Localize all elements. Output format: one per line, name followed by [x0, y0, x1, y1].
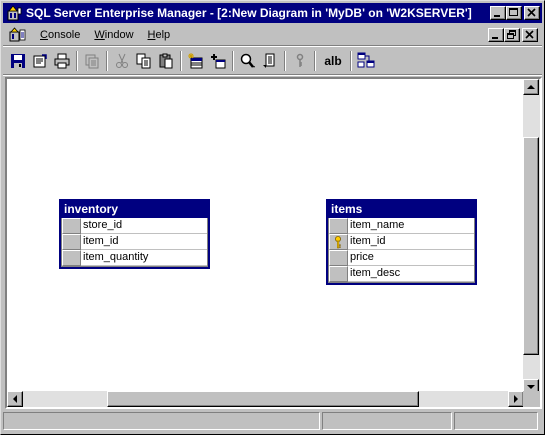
maximize-button[interactable]	[506, 6, 522, 20]
copy-icon[interactable]	[134, 51, 154, 71]
menu-window-label: indow	[104, 29, 134, 41]
table-row[interactable]: item_desc	[329, 266, 474, 282]
status-bar	[3, 412, 542, 432]
minimize-button[interactable]	[490, 6, 506, 20]
row-selector[interactable]	[62, 234, 81, 250]
primary-key-icon	[335, 236, 341, 249]
scroll-up-button[interactable]	[523, 79, 539, 95]
menu-bar: Console Window Help	[3, 25, 542, 45]
column-name: item_id	[81, 234, 207, 250]
paste-icon[interactable]	[156, 51, 176, 71]
cut-icon[interactable]	[112, 51, 132, 71]
scroll-corner	[523, 391, 540, 407]
menu-separator	[3, 45, 542, 47]
zoom-icon[interactable]	[238, 51, 258, 71]
table-title[interactable]: items	[328, 201, 475, 218]
scroll-right-button[interactable]	[508, 391, 524, 407]
menu-help-label: elp	[155, 29, 171, 41]
column-name: item_id	[348, 234, 474, 250]
diagram-canvas[interactable]: inventory store_id item_id item_quantity	[7, 79, 524, 395]
menu-console[interactable]: Console	[33, 27, 87, 43]
table-inventory[interactable]: inventory store_id item_id item_quantity	[59, 199, 210, 269]
toolbar-separator	[106, 51, 108, 71]
close-button[interactable]	[524, 6, 540, 20]
copy-diagram-icon[interactable]	[82, 51, 102, 71]
toolbar-separator	[180, 51, 182, 71]
diagram-window: inventory store_id item_id item_quantity	[5, 77, 542, 409]
diagram-document-icon[interactable]	[9, 27, 27, 43]
row-selector[interactable]	[62, 250, 81, 266]
table-row[interactable]: store_id	[62, 218, 207, 234]
save-icon[interactable]	[8, 51, 28, 71]
menu-help[interactable]: Help	[141, 27, 178, 43]
toolbar-separator	[350, 51, 352, 71]
column-name: item_quantity	[81, 250, 207, 266]
status-panel-2	[322, 412, 452, 430]
key-icon[interactable]	[290, 51, 310, 71]
text-annotation-icon[interactable]: alb	[320, 51, 346, 71]
table-row[interactable]: item_name	[329, 218, 474, 234]
status-panel-3	[454, 412, 538, 430]
column-name: price	[348, 250, 474, 266]
row-selector[interactable]	[329, 234, 348, 250]
column-name: store_id	[81, 218, 207, 234]
child-close-button[interactable]	[522, 28, 538, 42]
scroll-left-button[interactable]	[7, 391, 23, 407]
toolbar-separator	[76, 51, 78, 71]
text-annotation-label: alb	[324, 54, 342, 68]
column-name: item_name	[348, 218, 474, 234]
vertical-scroll-thumb[interactable]	[523, 137, 539, 355]
app-window: SQL Server Enterprise Manager - [2:New D…	[0, 0, 545, 435]
horizontal-scrollbar[interactable]	[7, 391, 524, 407]
column-name: item_desc	[348, 266, 474, 282]
row-selector[interactable]	[62, 218, 81, 234]
table-row[interactable]: item_quantity	[62, 250, 207, 266]
table-row[interactable]: price	[329, 250, 474, 266]
status-panel-main	[3, 412, 320, 430]
toolbar: alb	[3, 48, 542, 74]
window-title: SQL Server Enterprise Manager - [2:New D…	[26, 6, 472, 20]
menu-console-label: onsole	[47, 29, 81, 41]
vertical-scrollbar[interactable]	[523, 79, 540, 395]
table-row[interactable]: item_id	[329, 234, 474, 250]
horizontal-scroll-thumb[interactable]	[107, 391, 419, 407]
toolbar-separator	[232, 51, 234, 71]
enterprise-manager-icon[interactable]	[6, 5, 22, 21]
row-selector[interactable]	[329, 250, 348, 266]
toolbar-separator	[314, 51, 316, 71]
add-table-icon[interactable]	[208, 51, 228, 71]
title-bar[interactable]: SQL Server Enterprise Manager - [2:New D…	[3, 3, 542, 23]
row-selector[interactable]	[329, 266, 348, 282]
menu-window[interactable]: Window	[87, 27, 140, 43]
table-row[interactable]: item_id	[62, 234, 207, 250]
layout-icon[interactable]	[260, 51, 280, 71]
properties-icon[interactable]	[30, 51, 50, 71]
toolbar-separator-line	[3, 74, 542, 76]
arrange-tables-icon[interactable]	[356, 51, 376, 71]
child-restore-button[interactable]	[504, 28, 520, 42]
toolbar-separator	[284, 51, 286, 71]
child-minimize-button[interactable]	[488, 28, 504, 42]
new-table-icon[interactable]	[186, 51, 206, 71]
table-title[interactable]: inventory	[61, 201, 208, 218]
row-selector[interactable]	[329, 218, 348, 234]
print-icon[interactable]	[52, 51, 72, 71]
table-items[interactable]: items item_name item_id price item_desc	[326, 199, 477, 285]
